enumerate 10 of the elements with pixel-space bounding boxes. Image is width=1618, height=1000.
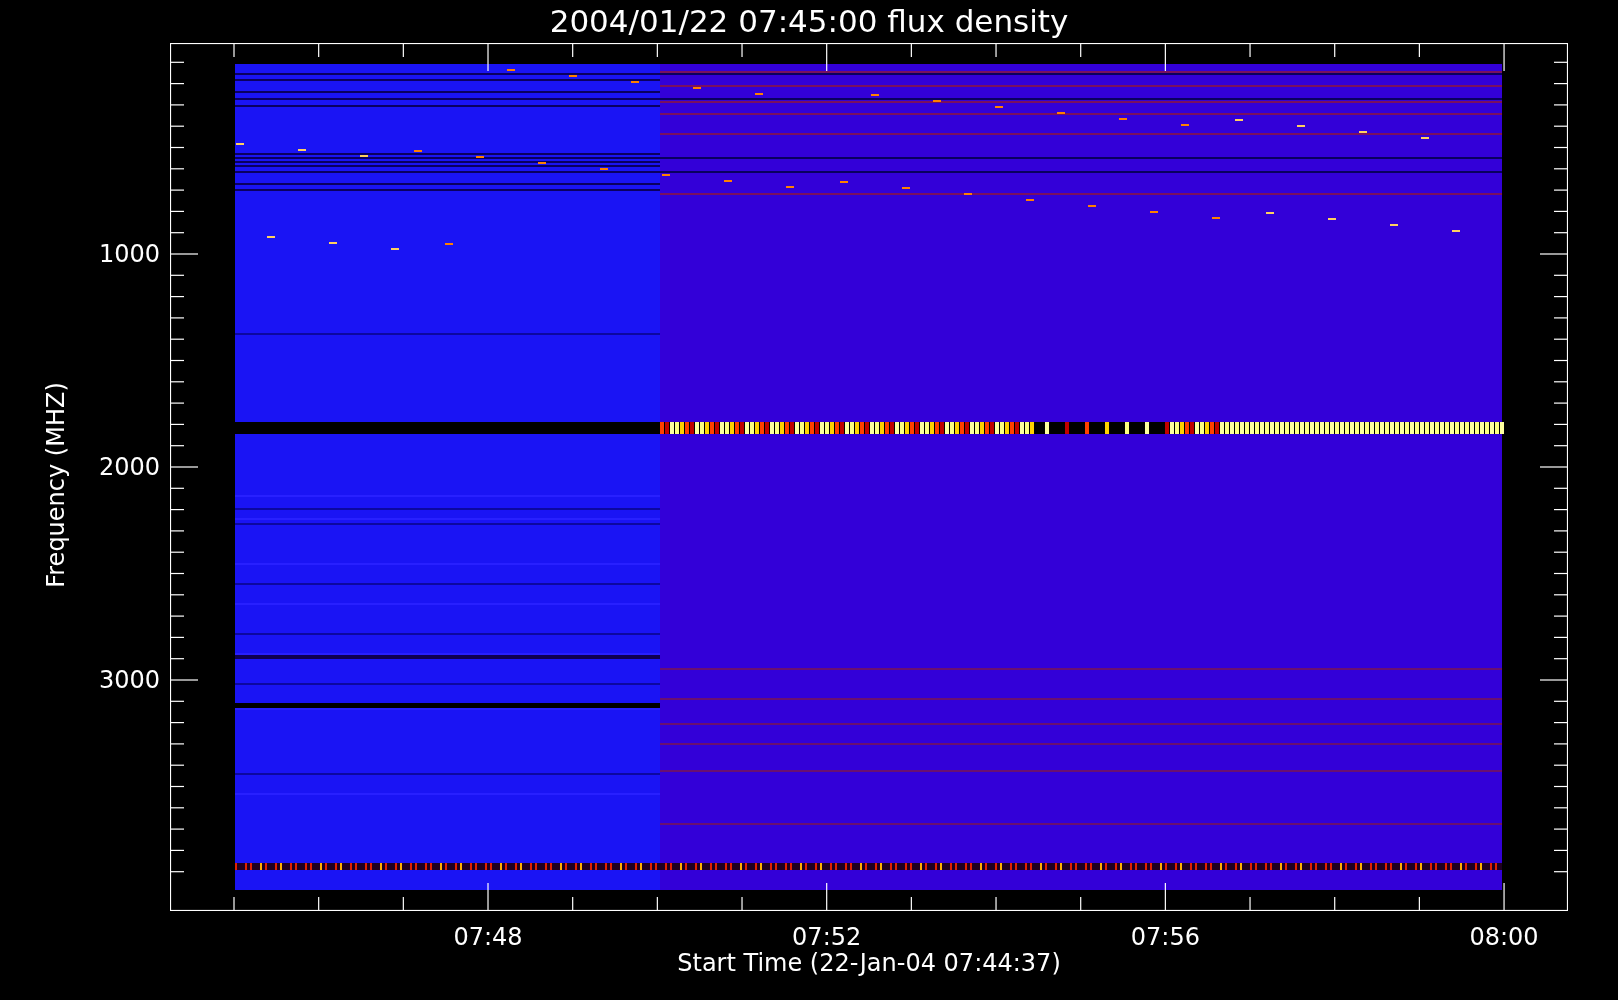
chart-title: 2004/01/22 07:45:00 flux density: [549, 6, 1069, 37]
x-axis-label: Start Time (22-Jan-04 07:44:37): [677, 951, 1061, 975]
y-tick-label: 2000: [98, 455, 160, 479]
y-tick-label: 1000: [98, 242, 160, 266]
x-tick-label: 07:56: [1130, 925, 1200, 949]
x-tick-label: 08:00: [1469, 925, 1539, 949]
y-axis-label: Frequency (MHZ): [44, 382, 68, 588]
x-tick-label: 07:52: [792, 925, 862, 949]
y-tick-label: 3000: [98, 668, 160, 692]
x-tick-label: 07:48: [453, 925, 523, 949]
